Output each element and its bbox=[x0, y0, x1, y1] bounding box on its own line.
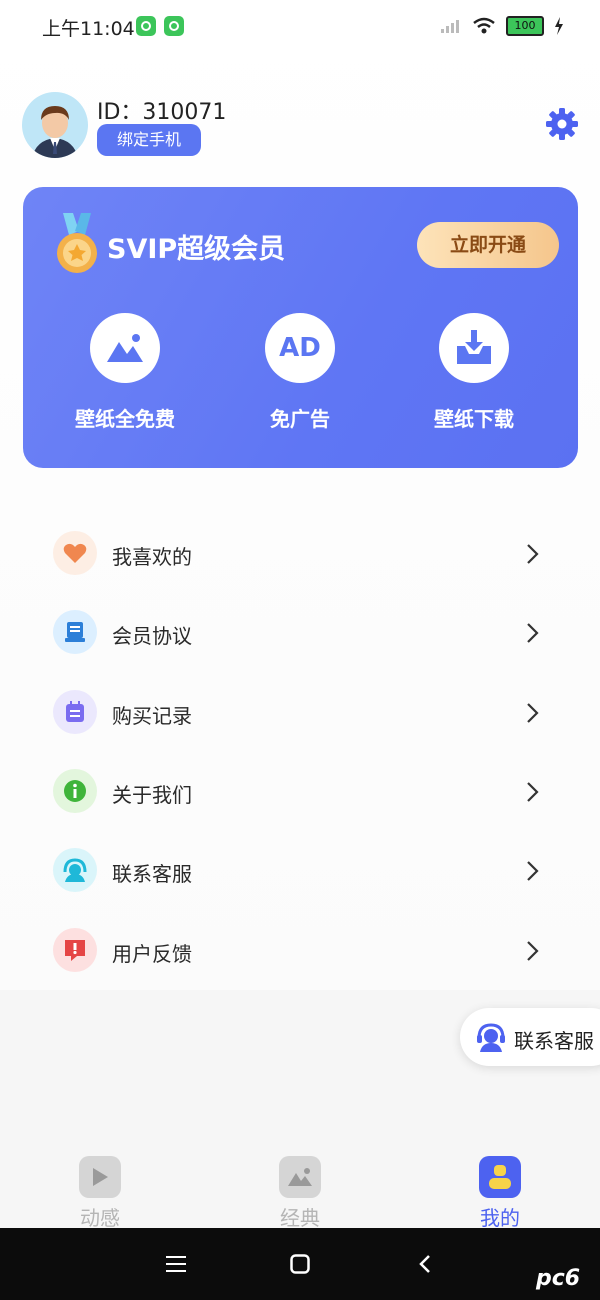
info-icon bbox=[53, 769, 97, 813]
menu-item-favorites[interactable]: 我喜欢的 bbox=[0, 519, 600, 589]
headset-icon bbox=[477, 1023, 505, 1052]
benefit-download: 壁纸下载 bbox=[399, 313, 549, 432]
chevron-right-icon bbox=[527, 703, 539, 723]
chevron-right-icon bbox=[527, 544, 539, 564]
bind-phone-button[interactable]: 绑定手机 bbox=[97, 124, 201, 156]
image-icon bbox=[107, 334, 143, 362]
medal-icon bbox=[57, 213, 97, 273]
benefit-free-wallpaper: 壁纸全免费 bbox=[50, 313, 200, 432]
battery-icon: 100 bbox=[506, 16, 544, 36]
signal-icon bbox=[441, 20, 459, 33]
app-notification-icon bbox=[136, 16, 156, 36]
system-nav-bar bbox=[0, 1228, 600, 1300]
ad-icon: AD bbox=[279, 333, 321, 363]
floating-service-label: 联系客服 bbox=[514, 1029, 594, 1053]
document-icon bbox=[53, 610, 97, 654]
tab-classic[interactable]: 经典 bbox=[250, 1156, 350, 1231]
menu-item-purchase-records[interactable]: 购买记录 bbox=[0, 678, 600, 748]
avatar[interactable] bbox=[22, 92, 88, 158]
menu-item-about[interactable]: 关于我们 bbox=[0, 757, 600, 827]
status-time: 上午11:04 bbox=[42, 18, 135, 40]
chevron-right-icon bbox=[527, 861, 539, 881]
vip-title: SVIP超级会员 bbox=[107, 234, 286, 265]
menu-icon[interactable] bbox=[166, 1256, 186, 1272]
heart-icon bbox=[53, 531, 97, 575]
tab-mine[interactable]: 我的 bbox=[450, 1156, 550, 1231]
status-bar: 上午11:04 100 bbox=[0, 0, 600, 56]
headset-icon bbox=[53, 848, 97, 892]
back-icon[interactable] bbox=[419, 1254, 431, 1274]
floating-service-button[interactable]: 联系客服 bbox=[460, 1008, 600, 1066]
benefit-no-ads: AD 免广告 bbox=[225, 313, 375, 432]
image-icon bbox=[279, 1156, 321, 1198]
app-notification-icon bbox=[164, 16, 184, 36]
chevron-right-icon bbox=[527, 782, 539, 802]
watermark: pc6 bbox=[536, 1266, 581, 1291]
menu-item-feedback[interactable]: 用户反馈 bbox=[0, 916, 600, 986]
chevron-right-icon bbox=[527, 941, 539, 961]
home-icon[interactable] bbox=[290, 1254, 310, 1274]
gear-icon[interactable] bbox=[544, 106, 580, 142]
vip-card: SVIP超级会员 立即开通 壁纸全免费 AD 免广告 壁纸下载 bbox=[23, 187, 578, 468]
feedback-icon bbox=[53, 928, 97, 972]
charging-icon bbox=[555, 17, 563, 35]
user-id: ID：310071 bbox=[97, 100, 227, 125]
record-icon bbox=[53, 690, 97, 734]
play-icon bbox=[79, 1156, 121, 1198]
wifi-icon bbox=[473, 17, 495, 34]
user-icon bbox=[479, 1156, 521, 1198]
download-icon bbox=[457, 330, 491, 364]
open-vip-button[interactable]: 立即开通 bbox=[417, 222, 559, 268]
menu-item-agreement[interactable]: 会员协议 bbox=[0, 598, 600, 668]
menu-item-customer-service[interactable]: 联系客服 bbox=[0, 836, 600, 906]
tab-dynamic[interactable]: 动感 bbox=[50, 1156, 150, 1231]
chevron-right-icon bbox=[527, 623, 539, 643]
